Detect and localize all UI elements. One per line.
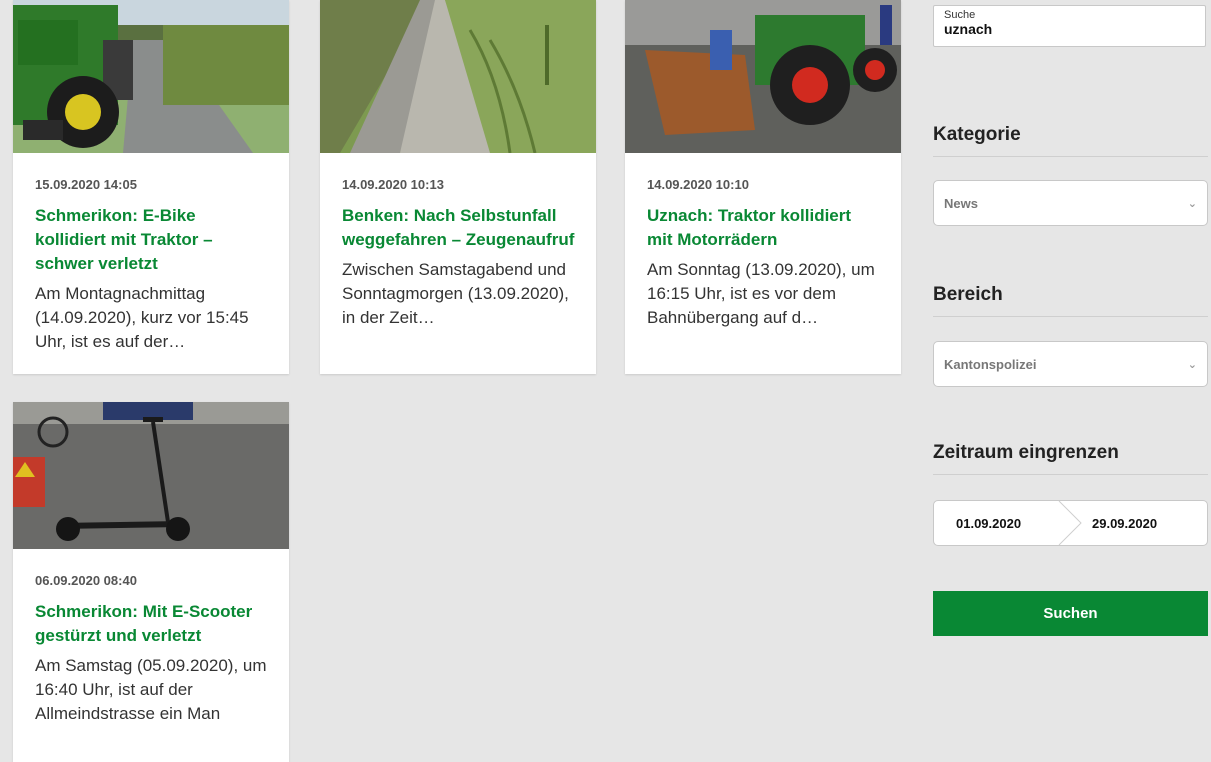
chevron-down-icon: ⌄ — [1187, 197, 1197, 210]
category-selected-value: News — [944, 195, 978, 211]
area-select[interactable]: Kantonspolizei ⌄ — [933, 341, 1208, 387]
article-image[interactable] — [13, 0, 289, 153]
search-input[interactable] — [944, 21, 1195, 37]
article-image[interactable] — [320, 0, 596, 153]
article-title-link[interactable]: Benken: Nach Selbstunfall weggefahren – … — [342, 204, 576, 252]
article-image[interactable] — [13, 402, 289, 549]
article-date: 06.09.2020 08:40 — [35, 573, 137, 588]
category-heading: Kategorie — [933, 124, 1208, 157]
article-title-link[interactable]: Uznach: Traktor kollidiert mit Motorräde… — [647, 204, 881, 252]
area-heading: Bereich — [933, 284, 1208, 317]
article-excerpt: Zwischen Samstagabend und Sonntagmorgen … — [342, 260, 569, 327]
range-arrow-icon — [1058, 501, 1082, 545]
article-date: 14.09.2020 10:10 — [647, 177, 749, 192]
period-heading: Zeitraum eingrenzen — [933, 442, 1208, 475]
article-excerpt: Am Montagnachmittag (14.09.2020), kurz v… — [35, 284, 249, 351]
article-excerpt: Am Sonntag (13.09.2020), um 16:15 Uhr, i… — [647, 260, 875, 327]
search-label: Suche — [944, 9, 976, 21]
news-card[interactable]: 15.09.2020 14:05 Schmerikon: E-Bike koll… — [13, 0, 289, 374]
news-card[interactable]: 06.09.2020 08:40 Schmerikon: Mit E-Scoot… — [13, 402, 289, 762]
date-to-field[interactable]: 29.09.2020 — [1092, 501, 1157, 545]
article-image[interactable] — [625, 0, 901, 153]
news-card[interactable]: 14.09.2020 10:10 Uznach: Traktor kollidi… — [625, 0, 901, 374]
article-title-link[interactable]: Schmerikon: Mit E-Scooter gestürzt und v… — [35, 600, 269, 648]
article-date: 14.09.2020 10:13 — [342, 177, 444, 192]
search-submit-button[interactable]: Suchen — [933, 591, 1208, 636]
article-title-link[interactable]: Schmerikon: E-Bike kollidiert mit Trakto… — [35, 204, 269, 276]
search-field[interactable]: Suche — [933, 5, 1206, 47]
date-range-picker: 01.09.2020 29.09.2020 — [933, 500, 1208, 546]
area-selected-value: Kantonspolizei — [944, 356, 1037, 372]
chevron-down-icon: ⌄ — [1187, 358, 1197, 371]
news-card[interactable]: 14.09.2020 10:13 Benken: Nach Selbstunfa… — [320, 0, 596, 374]
article-date: 15.09.2020 14:05 — [35, 177, 137, 192]
article-excerpt: Am Samstag (05.09.2020), um 16:40 Uhr, i… — [35, 656, 267, 723]
category-select[interactable]: News ⌄ — [933, 180, 1208, 226]
date-from-field[interactable]: 01.09.2020 — [956, 501, 1021, 545]
